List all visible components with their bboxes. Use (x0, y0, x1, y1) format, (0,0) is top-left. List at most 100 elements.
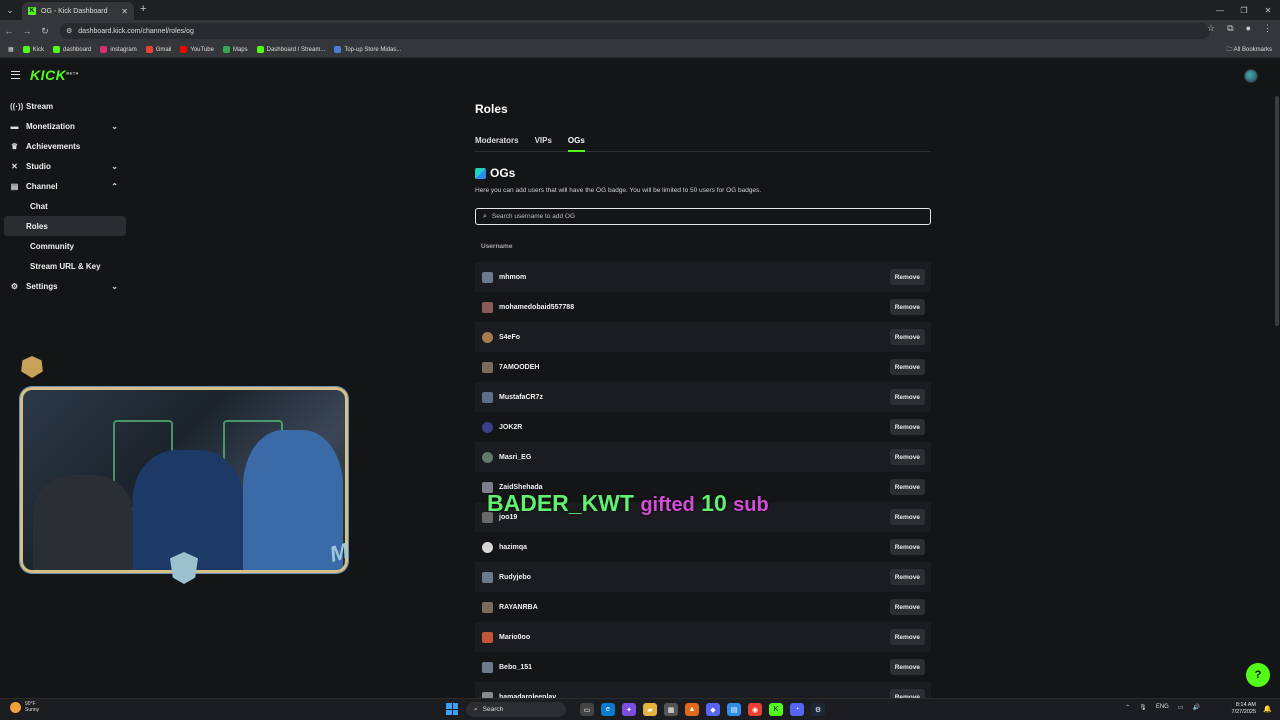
minimize-icon[interactable]: — (1208, 0, 1232, 20)
language-indicator[interactable]: ENG (1156, 704, 1169, 711)
remove-button[interactable]: Remove (889, 269, 925, 285)
extensions-icon[interactable]: ⧉ (1227, 23, 1233, 34)
sidebar-item-achievements[interactable]: ♛ Achievements (0, 136, 130, 156)
window-close-icon[interactable]: ✕ (1256, 0, 1280, 20)
section-header: OGs (475, 166, 515, 180)
table-row: Bebo_151 Remove (475, 652, 931, 682)
remove-button[interactable]: Remove (889, 599, 925, 615)
sidebar-item-stream[interactable]: ((·)) Stream (0, 96, 130, 116)
bookmark-dashboard-stream[interactable]: Dashboard / Stream... (256, 46, 325, 53)
trophy-icon: ♛ (10, 141, 19, 151)
chevron-down-icon: ⌄ (111, 161, 118, 171)
windows-start-icon[interactable] (446, 703, 458, 715)
chrome-icon[interactable]: ◉ (748, 703, 762, 716)
task-view-icon[interactable]: ▭ (580, 703, 594, 716)
steam-icon[interactable]: ⚙ (811, 703, 825, 716)
copilot-icon[interactable]: ✦ (622, 703, 636, 716)
profile-icon[interactable]: ● (1246, 23, 1251, 34)
sidebar: ((·)) Stream ▬ Monetization ⌄ ♛ Achievements… (0, 96, 130, 296)
apps-grid-icon[interactable]: ▦ (8, 46, 14, 53)
tab-search-icon[interactable]: ⌄ (0, 0, 20, 20)
taskbar-search[interactable]: ⌕ Search (466, 702, 566, 717)
hamburger-menu-icon[interactable] (11, 71, 20, 79)
notification-bell-icon[interactable]: 🔔 (1263, 705, 1272, 713)
forward-icon[interactable]: → (18, 26, 36, 36)
menu-icon[interactable]: ⋮ (1263, 23, 1272, 34)
discord-icon[interactable]: ◔ (790, 703, 804, 716)
tab-title: OG - Kick Dashboard (41, 7, 108, 15)
edge-icon[interactable]: e (601, 703, 615, 716)
remove-button[interactable]: Remove (889, 659, 925, 675)
tab-ogs[interactable]: OGs (567, 134, 585, 152)
remove-button[interactable]: Remove (889, 449, 925, 465)
sidebar-item-chat[interactable]: Chat (4, 196, 126, 216)
search-input[interactable] (491, 213, 872, 220)
tray-expand-icon[interactable]: ⌃ (1125, 704, 1130, 711)
bookmark-instagram[interactable]: instagram (100, 46, 137, 53)
bookmark-star-icon[interactable]: ☆ (1207, 23, 1215, 34)
bookmark-maps[interactable]: Maps (222, 46, 248, 53)
chevron-down-icon: ⌄ (111, 281, 118, 291)
table-row: Rudyjebo Remove (475, 562, 931, 592)
remove-button[interactable]: Remove (889, 419, 925, 435)
kick-app-icon[interactable]: K (769, 703, 783, 716)
sidebar-item-roles[interactable]: Roles (4, 216, 126, 236)
network-icon[interactable]: ▭ (1178, 704, 1184, 711)
instagram-icon (100, 46, 108, 53)
page-scrollbar[interactable] (1275, 96, 1279, 326)
midas-icon (334, 46, 342, 53)
search-box[interactable]: ⌕ (475, 208, 931, 225)
sidebar-item-community[interactable]: Community (4, 236, 126, 256)
microphone-icon[interactable]: 🎙 (1139, 704, 1147, 711)
tab-vips[interactable]: VIPs (535, 134, 552, 152)
tab-close-icon[interactable]: ✕ (121, 7, 128, 16)
section-description: Here you can add users that will have th… (475, 187, 762, 194)
notepad-icon[interactable]: ▤ (727, 703, 741, 716)
search-icon: ⌕ (474, 705, 478, 713)
bookmark-dashboard[interactable]: dashboard (53, 46, 91, 53)
remove-button[interactable]: Remove (889, 479, 925, 495)
browser-tab[interactable]: K OG - Kick Dashboard ✕ (22, 2, 134, 20)
remove-button[interactable]: Remove (889, 509, 925, 525)
back-icon[interactable]: ← (0, 26, 18, 36)
bookmark-kick[interactable]: Kick (22, 46, 44, 53)
tab-moderators[interactable]: Moderators (475, 134, 519, 152)
sidebar-item-studio[interactable]: ✕ Studio ⌄ (0, 156, 130, 176)
sidebar-item-channel[interactable]: ▤ Channel ⌃ (0, 176, 130, 196)
address-bar[interactable]: ⚙ dashboard.kick.com/channel/roles/og (60, 23, 1210, 39)
help-chat-button[interactable]: ? (1246, 663, 1270, 687)
remove-button[interactable]: Remove (889, 629, 925, 645)
gmail-icon (145, 46, 153, 53)
username: S4eFo (499, 333, 521, 341)
bookmark-midas[interactable]: Top-up Store Midas... (334, 46, 401, 53)
remove-button[interactable]: Remove (889, 539, 925, 555)
sidebar-item-stream-url[interactable]: Stream URL & Key (4, 256, 126, 276)
sidebar-item-settings[interactable]: ⚙ Settings ⌄ (0, 276, 130, 296)
kick-logo[interactable]: KICKBETA (30, 67, 79, 83)
vlc-icon[interactable]: ▲ (685, 703, 699, 716)
remove-button[interactable]: Remove (889, 329, 925, 345)
bookmark-gmail[interactable]: Gmail (145, 46, 171, 53)
username: MustafaCR7z (499, 393, 543, 401)
remove-button[interactable]: Remove (889, 389, 925, 405)
remove-button[interactable]: Remove (889, 359, 925, 375)
remove-button[interactable]: Remove (889, 569, 925, 585)
sidebar-item-monetization[interactable]: ▬ Monetization ⌄ (0, 116, 130, 136)
app-icon[interactable]: ◆ (706, 703, 720, 716)
site-info-icon[interactable]: ⚙ (66, 27, 72, 35)
file-explorer-icon[interactable]: ▰ (643, 703, 657, 716)
bookmark-youtube[interactable]: YouTube (180, 46, 214, 53)
user-avatar[interactable] (1244, 69, 1258, 83)
weather-widget[interactable]: 90°F Sunny (10, 701, 39, 713)
calculator-icon[interactable]: ▦ (664, 703, 678, 716)
volume-icon[interactable]: 🔊 (1193, 704, 1200, 711)
remove-button[interactable]: Remove (889, 299, 925, 315)
reload-icon[interactable]: ↻ (36, 26, 54, 37)
new-tab-icon[interactable]: + (140, 3, 146, 15)
maximize-icon[interactable]: ❐ (1232, 0, 1256, 20)
clock[interactable]: 8:14 AM 7/27/2025 (1232, 702, 1256, 716)
address-row: ← → ↻ ⚙ dashboard.kick.com/channel/roles… (0, 20, 1280, 42)
all-bookmarks[interactable]: 🗀 All Bookmarks (1226, 45, 1272, 55)
kick-icon (256, 46, 264, 53)
windows-taskbar: 90°F Sunny ⌕ Search ▭ e ✦ ▰ ▦ ▲ ◆ ▤ ◉ K ◔ … (0, 698, 1280, 720)
